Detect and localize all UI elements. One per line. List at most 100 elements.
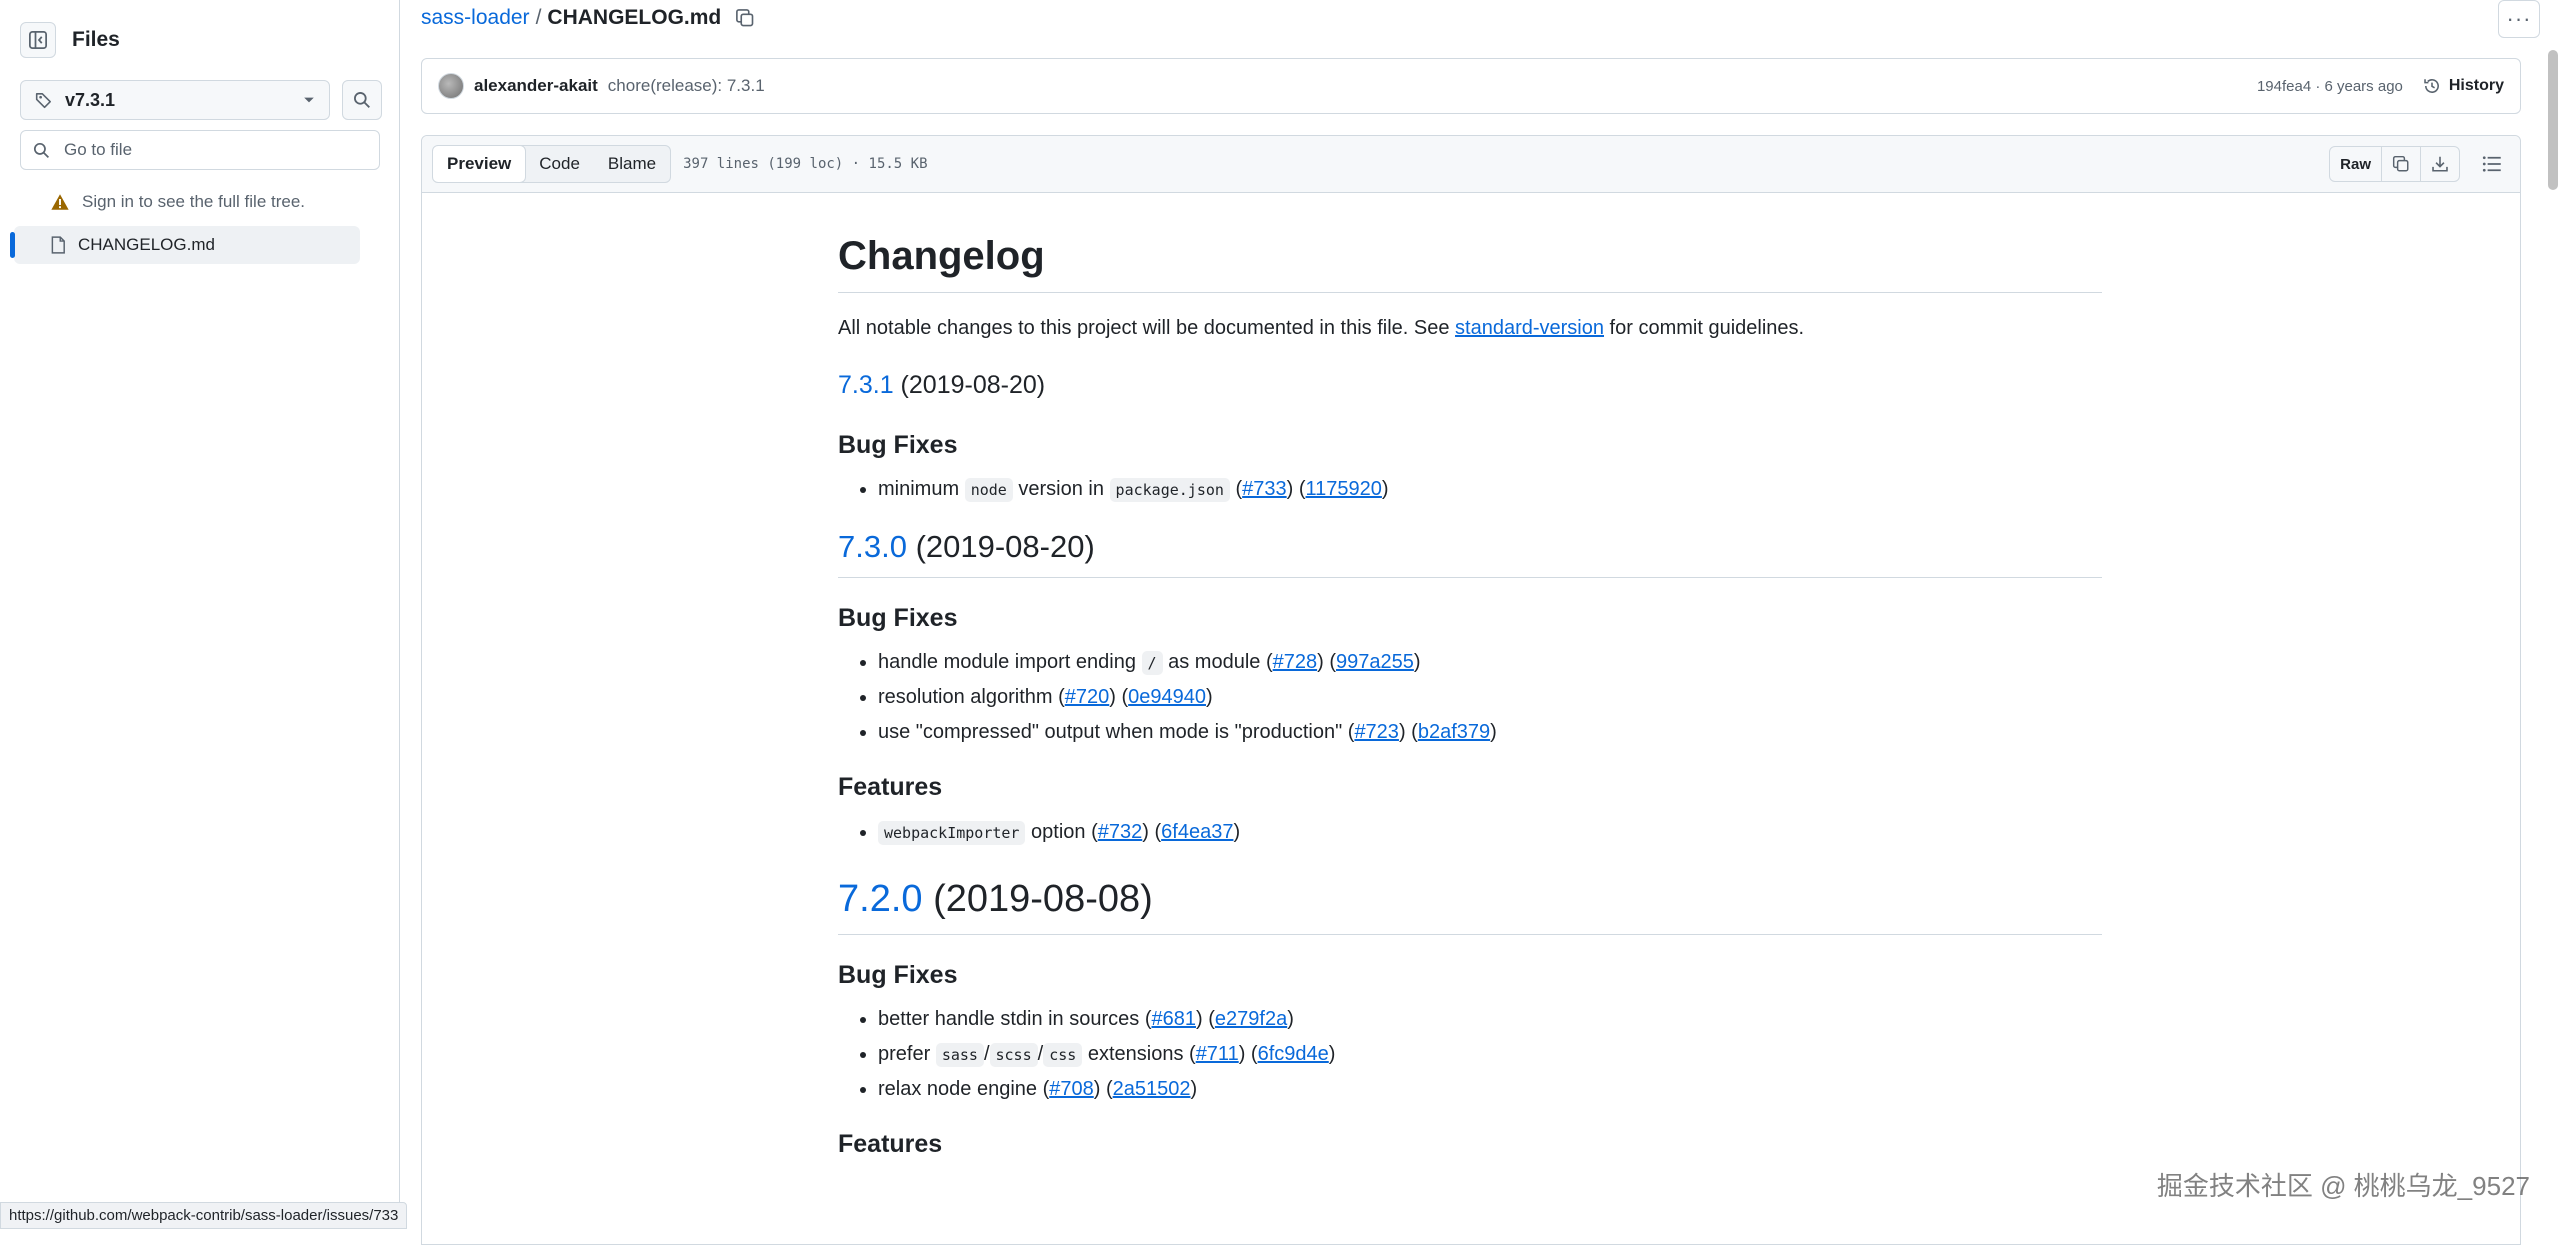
file-tree-sidebar: Files v7.3.1 Sign in to see the full fil… xyxy=(0,0,400,1229)
issue-link[interactable]: #681 xyxy=(1152,1008,1197,1030)
release-date: (2019-08-20) xyxy=(893,371,1046,399)
section-heading: Features xyxy=(838,1130,943,1158)
commit-link[interactable]: 0e94940 xyxy=(1128,686,1206,708)
inline-code: css xyxy=(1043,1043,1083,1067)
tab-preview[interactable]: Preview xyxy=(433,146,527,182)
section-heading: Features xyxy=(838,773,943,801)
page-scrollbar[interactable] xyxy=(2548,50,2558,190)
commit-author[interactable]: alexander-akait xyxy=(474,76,598,96)
section-heading: Bug Fixes xyxy=(838,603,958,632)
file-content-box: Preview Code Blame 397 lines (199 loc) ·… xyxy=(421,135,2521,1245)
feature-list: webpackImporter option (#732) (6f4ea37) xyxy=(838,817,2102,847)
copy-path-button[interactable] xyxy=(735,8,755,28)
standard-version-link[interactable]: standard-version xyxy=(1455,317,1604,339)
collapse-sidebar-button[interactable] xyxy=(20,22,56,58)
commit-link[interactable]: 6fc9d4e xyxy=(1258,1043,1329,1065)
download-button[interactable] xyxy=(2421,147,2459,181)
commit-sha-time[interactable]: 194fea4 · 6 years ago xyxy=(2257,78,2403,95)
status-bar-url: https://github.com/webpack-contrib/sass-… xyxy=(0,1202,408,1229)
section-heading: Bug Fixes xyxy=(838,960,958,989)
outline-button[interactable] xyxy=(2474,146,2510,182)
history-button[interactable]: History xyxy=(2423,77,2504,95)
commit-link[interactable]: b2af379 xyxy=(1418,721,1490,743)
commit-link[interactable]: 2a51502 xyxy=(1113,1078,1191,1100)
caret-down-icon xyxy=(304,97,314,103)
branch-label: v7.3.1 xyxy=(65,89,116,110)
intro-paragraph: All notable changes to this project will… xyxy=(838,313,2102,343)
file-icon xyxy=(51,236,65,254)
branch-selector[interactable]: v7.3.1 xyxy=(20,80,330,120)
search-files-button[interactable] xyxy=(342,80,382,120)
release-date: (2019-08-20) xyxy=(906,529,1095,564)
copy-raw-button[interactable] xyxy=(2382,147,2421,181)
list-item: use "compressed" output when mode is "pr… xyxy=(878,717,2102,747)
list-unordered-icon xyxy=(2482,156,2501,172)
warning-icon xyxy=(51,194,69,210)
issue-link[interactable]: #711 xyxy=(1196,1043,1239,1065)
inline-code: / xyxy=(1141,651,1163,675)
release-heading: 7.2.0 (2019-08-08) xyxy=(838,871,2102,935)
intro-text-before: All notable changes to this project will… xyxy=(838,317,1456,339)
list-item: webpackImporter option (#732) (6f4ea37) xyxy=(878,817,2102,847)
breadcrumb-file-name: CHANGELOG.md xyxy=(547,6,722,29)
commit-link[interactable]: 997a255 xyxy=(1336,651,1414,673)
commit-link[interactable]: e279f2a xyxy=(1215,1008,1287,1030)
commit-meta: 194fea4 · 6 years ago History xyxy=(2257,77,2504,95)
issue-link[interactable]: #733 xyxy=(1242,478,1287,500)
release-date: (2019-08-08) xyxy=(922,877,1153,920)
item-text: handle module import ending xyxy=(878,651,1136,673)
commit-message[interactable]: chore(release): 7.3.1 xyxy=(608,76,765,96)
avatar[interactable] xyxy=(438,73,464,99)
inline-code: package.json xyxy=(1109,478,1230,502)
item-text: extensions xyxy=(1087,1043,1184,1065)
section-heading: Bug Fixes xyxy=(838,430,958,459)
tree-item-changelog[interactable]: CHANGELOG.md xyxy=(10,226,360,264)
item-text: relax node engine xyxy=(878,1078,1038,1100)
branch-row: v7.3.1 xyxy=(20,80,382,120)
issue-link[interactable]: #720 xyxy=(1065,686,1110,708)
version-link[interactable]: 7.3.0 xyxy=(838,529,907,564)
list-item: handle module import ending / as module … xyxy=(878,647,2102,677)
copy-icon xyxy=(736,9,754,27)
history-label: History xyxy=(2448,77,2504,94)
issue-link[interactable]: #723 xyxy=(1354,721,1399,743)
item-text: resolution algorithm xyxy=(878,686,1053,708)
breadcrumb-repo-link[interactable]: sass-loader xyxy=(421,6,530,30)
tab-blame[interactable]: Blame xyxy=(594,146,670,182)
list-item: relax node engine (#708) (2a51502) xyxy=(878,1074,2102,1104)
item-text: better handle stdin in sources xyxy=(878,1008,1140,1030)
copy-icon xyxy=(2392,155,2409,172)
kebab-horizontal-icon: ··· xyxy=(2506,6,2532,31)
inline-code: node xyxy=(964,478,1013,502)
sidebar-header: Files xyxy=(20,22,120,58)
file-toolbar: Preview Code Blame 397 lines (199 loc) ·… xyxy=(422,136,2520,193)
download-icon xyxy=(2432,156,2448,172)
tab-code[interactable]: Code xyxy=(525,146,594,182)
markdown-body: Changelog All notable changes to this pr… xyxy=(838,226,2102,1164)
item-text: minimum xyxy=(878,478,960,500)
issue-link[interactable]: #728 xyxy=(1273,651,1318,673)
item-text: prefer xyxy=(878,1043,931,1065)
version-link[interactable]: 7.3.1 xyxy=(838,371,894,399)
list-item: prefer sass/scss/css extensions (#711) (… xyxy=(878,1039,2102,1069)
list-item: minimum node version in package.json (#7… xyxy=(878,474,2102,504)
search-icon xyxy=(354,92,370,108)
commit-link[interactable]: 6f4ea37 xyxy=(1161,821,1233,843)
go-to-file-input[interactable] xyxy=(62,139,362,161)
inline-code: sass xyxy=(935,1043,984,1067)
raw-button[interactable]: Raw xyxy=(2330,147,2382,181)
go-to-file-field[interactable] xyxy=(20,130,380,170)
issue-link[interactable]: #732 xyxy=(1098,821,1143,843)
fix-list: better handle stdin in sources (#681) (e… xyxy=(838,1004,2102,1104)
list-item: better handle stdin in sources (#681) (e… xyxy=(878,1004,2102,1034)
more-options-button[interactable]: ··· xyxy=(2498,0,2540,38)
sidebar-title: Files xyxy=(72,28,120,51)
breadcrumb: sass-loader / CHANGELOG.md xyxy=(421,6,755,30)
watermark: 掘金技术社区 @ 桃桃乌龙_9527 xyxy=(2156,1171,2530,1201)
tree-item-label: CHANGELOG.md xyxy=(78,235,215,254)
issue-link[interactable]: #708 xyxy=(1049,1078,1094,1100)
commit-link[interactable]: 1175920 xyxy=(1306,478,1382,500)
fix-list: minimum node version in package.json (#7… xyxy=(838,474,2102,504)
file-actions: Raw xyxy=(2329,146,2510,182)
version-link[interactable]: 7.2.0 xyxy=(838,878,923,920)
